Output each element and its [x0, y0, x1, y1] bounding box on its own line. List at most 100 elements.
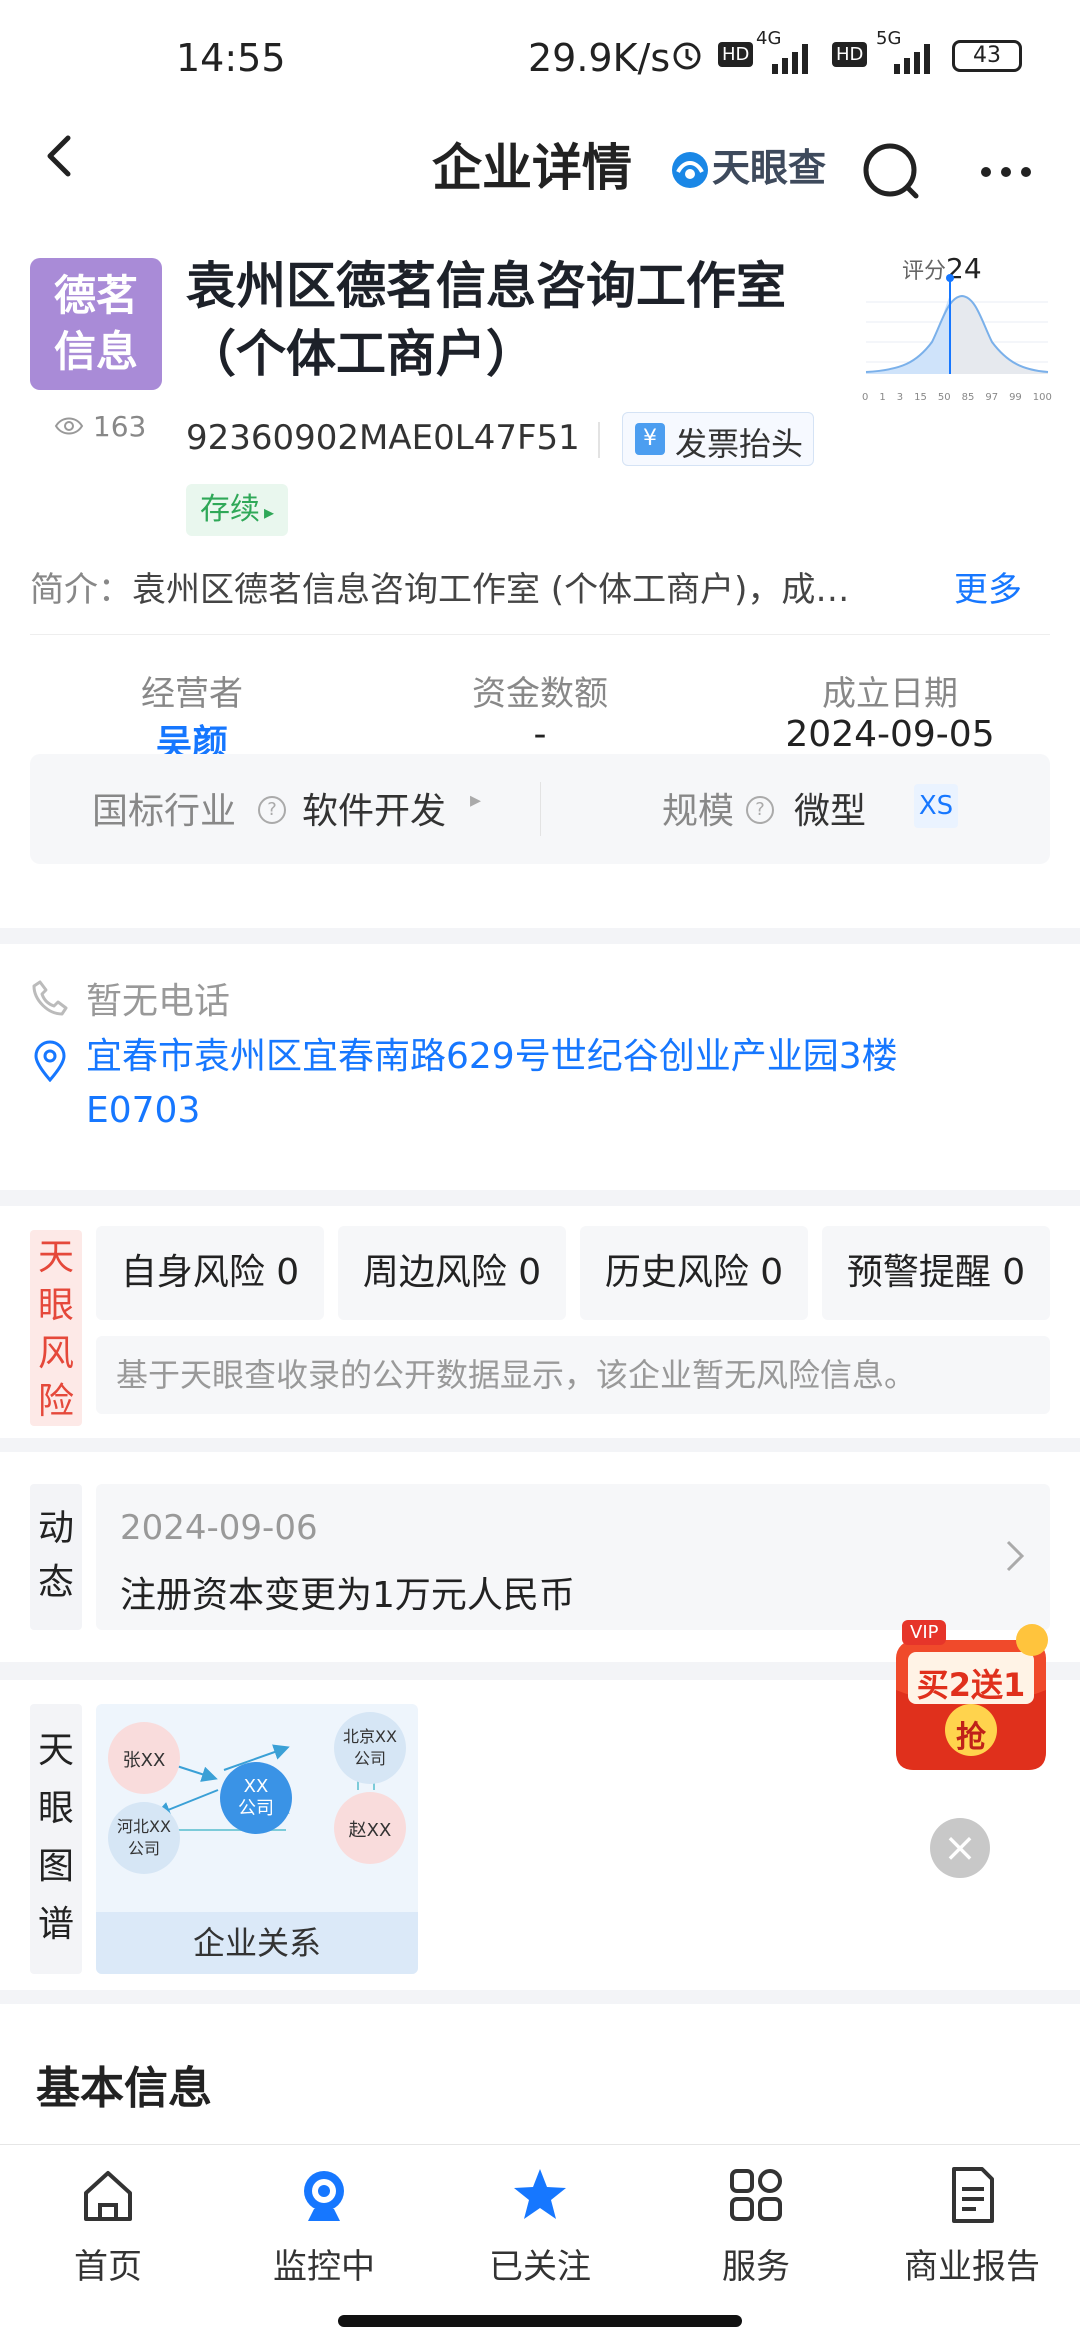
page-title: 企业详情	[432, 139, 632, 197]
risk-history[interactable]: 历史风险 0	[580, 1226, 808, 1320]
company-card: 德茗 信息 163 袁州区德茗信息咨询工作室（个体工商户） 评分24 0 1 3 15…	[0, 222, 1080, 928]
nav-followed-label: 已关注	[489, 2247, 591, 2287]
promo-grab: 抢	[956, 1720, 986, 1755]
nav-home-label: 首页	[74, 2247, 142, 2287]
nav-services-label: 服务	[722, 2247, 790, 2287]
capital-value: -	[533, 714, 547, 755]
divider	[540, 782, 541, 836]
chevron-right-icon: ▸	[264, 500, 275, 524]
monitor-icon	[216, 2163, 432, 2227]
status-text: 存续	[200, 492, 260, 527]
dynamic-tag: 动态	[30, 1484, 82, 1630]
view-count: 163	[54, 410, 146, 443]
grid-icon	[648, 2163, 864, 2227]
node-center: XX 公司	[238, 1776, 274, 1819]
graph-tag: 天眼图谱	[30, 1704, 82, 1974]
enterprise-relation-card[interactable]: 张XX XX 公司 北京XX 公司 河北XX 公司 赵XX 企业关系	[96, 1704, 418, 1974]
hd-icon: HD	[718, 42, 754, 67]
capital-label: 资金数额	[472, 674, 608, 714]
address-link[interactable]: 宜春市袁州区宜春南路629号世纪谷创业产业园3楼E0703	[86, 1030, 1006, 1138]
divider	[30, 634, 1050, 635]
operator-label: 经营者	[141, 674, 243, 714]
industry-scale-row: 国标行业 ? 软件开发 ▸ 规模 ? 微型 XS	[30, 754, 1050, 864]
contact-section: 暂无电话 宜春市袁州区宜春南路629号世纪谷创业产业园3楼E0703	[0, 944, 1080, 1190]
basic-info-title: 基本信息	[36, 2063, 212, 2114]
search-icon[interactable]	[860, 140, 924, 208]
battery-icon: 43	[952, 40, 1022, 72]
location-icon	[32, 1040, 68, 1086]
risk-surrounding[interactable]: 周边风险 0	[338, 1226, 566, 1320]
invoice-label: 发票抬头	[675, 425, 804, 463]
home-icon	[0, 2163, 216, 2227]
chevron-right-icon	[1004, 1536, 1028, 1586]
signal-icon	[890, 40, 940, 80]
status-badge[interactable]: 存续 ▸	[186, 484, 289, 536]
intro-text: 袁州区德茗信息咨询工作室 (个体工商户)，成…	[132, 570, 850, 610]
node-hebei: 河北XX 公司	[117, 1817, 171, 1858]
nav-home[interactable]: 首页	[0, 2163, 216, 2293]
home-indicator	[338, 2315, 742, 2327]
nav-services[interactable]: 服务	[648, 2163, 864, 2293]
risk-warning[interactable]: 预警提醒 0	[822, 1226, 1050, 1320]
vip-tag: VIP	[902, 1620, 947, 1645]
close-icon[interactable]: ×	[930, 1818, 990, 1878]
industry-label: 国标行业	[92, 791, 237, 832]
node-zhang: 张XX	[122, 1750, 166, 1771]
eye-icon	[54, 410, 93, 443]
dynamic-date: 2024-09-06	[120, 1508, 318, 1548]
tianyancha-logo-icon	[670, 150, 710, 194]
invoice-icon: ¥	[635, 423, 665, 455]
risk-self[interactable]: 自身风险 0	[96, 1226, 324, 1320]
nav-monitor-label: 监控中	[273, 2247, 375, 2287]
hd-icon: HD	[832, 42, 868, 67]
status-bar: 14:55 29.9K/s HD 4G HD 5G 43	[0, 0, 1080, 120]
intro-prefix: 简介：	[30, 570, 132, 610]
vip-promo-badge[interactable]: VIP 买2送1 抢	[886, 1610, 1056, 1780]
node-zhao: 赵XX	[348, 1820, 392, 1841]
signal-icon	[768, 40, 818, 80]
score-ticks: 0 1 3 15 50 85 97 99 100	[862, 392, 1052, 403]
nav-followed[interactable]: 已关注	[432, 2163, 648, 2293]
nav-report-label: 商业报告	[904, 2247, 1040, 2287]
intro-more-link[interactable]: 更多	[950, 562, 1022, 611]
divider	[598, 422, 600, 458]
bottom-nav: 首页 监控中 已关注 服务 商业报告	[0, 2144, 1080, 2341]
logo-line-1: 德茗	[53, 271, 138, 320]
invoice-button[interactable]: ¥ 发票抬头	[622, 412, 814, 466]
status-net-speed: 29.9K/s	[528, 36, 671, 80]
scale-badge: XS	[914, 784, 958, 828]
view-count-value: 163	[92, 410, 147, 443]
basic-info-section: 基本信息	[0, 2004, 1080, 2144]
risk-tag: 天眼风险	[30, 1230, 82, 1426]
scale-value: 微型	[794, 791, 867, 832]
score-chart[interactable]: 评分24 0 1 3 15 50 85 97 99 100	[862, 252, 1052, 412]
brand-name: 天眼查	[712, 146, 827, 190]
company-intro: 简介：袁州区德茗信息咨询工作室 (个体工商户)，成…	[30, 562, 1030, 611]
scale-label: 规模	[662, 791, 735, 832]
founded-value: 2024-09-05	[785, 714, 995, 755]
back-icon[interactable]	[30, 126, 86, 208]
logo-line-2: 信息	[53, 327, 138, 376]
promo-text: 买2送1	[916, 1666, 1026, 1704]
app-header: 企业详情 天眼查	[0, 120, 1080, 223]
phone-text: 暂无电话	[86, 981, 231, 1022]
star-icon	[432, 2163, 648, 2227]
battery-level: 43	[973, 43, 1001, 68]
risk-note: 基于天眼查收录的公开数据显示，该企业暂无风险信息。	[96, 1336, 1050, 1414]
industry-value[interactable]: 软件开发	[302, 782, 446, 834]
risk-section: 天眼风险 自身风险 0 周边风险 0 历史风险 0 预警提醒 0 基于天眼查收录…	[0, 1206, 1080, 1438]
alarm-icon	[670, 38, 704, 76]
founded-label: 成立日期	[822, 674, 958, 714]
report-icon	[864, 2163, 1080, 2227]
nav-monitor[interactable]: 监控中	[216, 2163, 432, 2293]
dynamic-text: 注册资本变更为1万元人民币	[120, 1575, 575, 1616]
status-time: 14:55	[176, 36, 286, 80]
more-options-icon[interactable]	[978, 164, 1034, 184]
nav-report[interactable]: 商业报告	[864, 2163, 1080, 2293]
phone-icon	[30, 978, 70, 1022]
node-beijing: 北京XX 公司	[343, 1727, 397, 1768]
company-name: 袁州区德茗信息咨询工作室（个体工商户）	[186, 257, 786, 383]
help-icon[interactable]: ?	[746, 788, 774, 829]
help-icon[interactable]: ?	[258, 788, 286, 829]
credit-code[interactable]: 92360902MAE0L47F51	[186, 418, 580, 458]
